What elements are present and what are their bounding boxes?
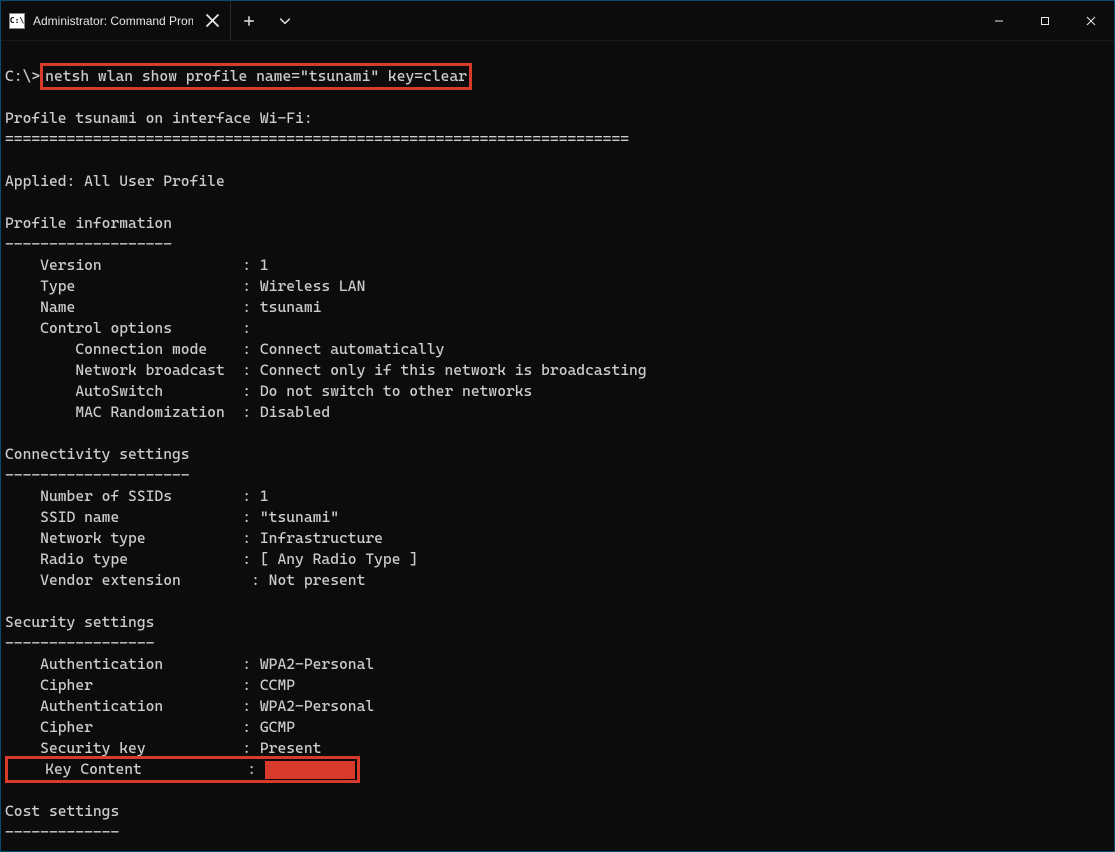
highlight-key-content: Key Content : [REDACTED] xyxy=(5,756,360,783)
window-controls xyxy=(976,1,1114,40)
close-icon xyxy=(1086,16,1096,26)
redacted-value: [REDACTED] xyxy=(265,761,355,779)
tab-cmd[interactable]: C:\ Administrator: Command Prompt xyxy=(1,1,231,40)
output-row: Vendor extension : Not present xyxy=(5,570,1110,591)
output-row: Cipher : GCMP xyxy=(5,717,1110,738)
profile-header: Profile tsunami on interface Wi-Fi: xyxy=(5,108,1110,129)
terminal-window: C:\ Administrator: Command Prompt xyxy=(0,0,1115,852)
plus-icon xyxy=(243,15,255,27)
tabs: C:\ Administrator: Command Prompt xyxy=(1,1,231,40)
minimize-button[interactable] xyxy=(976,1,1022,41)
cmd-icon: C:\ xyxy=(9,13,25,29)
tab-dropdown-button[interactable] xyxy=(267,1,303,40)
prompt-line: C:\>netsh wlan show profile name="tsunam… xyxy=(5,66,1110,87)
output-row: MAC Randomization : Disabled xyxy=(5,402,1110,423)
titlebar-drag-area[interactable] xyxy=(303,1,976,40)
output-row: Number of SSIDs : 1 xyxy=(5,486,1110,507)
output-row: Key Content : [REDACTED] xyxy=(5,759,1110,780)
section-title: Cost settings xyxy=(5,801,1110,822)
output-row: Cipher : CCMP xyxy=(5,675,1110,696)
terminal-output[interactable]: C:\>netsh wlan show profile name="tsunam… xyxy=(1,41,1114,851)
section-dash: ------------- xyxy=(5,822,1110,843)
output-row: Network type : Infrastructure xyxy=(5,528,1110,549)
output-row: AutoSwitch : Do not switch to other netw… xyxy=(5,381,1110,402)
output-row: Network broadcast : Connect only if this… xyxy=(5,360,1110,381)
section-title: Profile information xyxy=(5,213,1110,234)
divider: ========================================… xyxy=(5,129,1110,150)
tab-label: Administrator: Command Prompt xyxy=(33,14,193,28)
output-row: Authentication : WPA2-Personal xyxy=(5,654,1110,675)
close-icon xyxy=(205,13,220,28)
maximize-icon xyxy=(1040,16,1050,26)
output-row: Authentication : WPA2-Personal xyxy=(5,696,1110,717)
section-title: Connectivity settings xyxy=(5,444,1110,465)
close-window-button[interactable] xyxy=(1068,1,1114,41)
section-dash: ----------------- xyxy=(5,633,1110,654)
output-row: Radio type : [ Any Radio Type ] xyxy=(5,549,1110,570)
chevron-down-icon xyxy=(279,15,291,27)
highlight-command: netsh wlan show profile name="tsunami" k… xyxy=(40,63,472,90)
maximize-button[interactable] xyxy=(1022,1,1068,41)
new-tab-button[interactable] xyxy=(231,1,267,40)
section-dash: ------------------- xyxy=(5,234,1110,255)
output-row: Name : tsunami xyxy=(5,297,1110,318)
minimize-icon xyxy=(994,16,1004,26)
output-row: Control options : xyxy=(5,318,1110,339)
applied-line: Applied: All User Profile xyxy=(5,171,1110,192)
output-row: Connection mode : Connect automatically xyxy=(5,339,1110,360)
section-title: Security settings xyxy=(5,612,1110,633)
output-row: SSID name : "tsunami" xyxy=(5,507,1110,528)
titlebar[interactable]: C:\ Administrator: Command Prompt xyxy=(1,1,1114,41)
section-dash: --------------------- xyxy=(5,465,1110,486)
close-tab-button[interactable] xyxy=(205,13,220,29)
output-row: Type : Wireless LAN xyxy=(5,276,1110,297)
output-row: Version : 1 xyxy=(5,255,1110,276)
